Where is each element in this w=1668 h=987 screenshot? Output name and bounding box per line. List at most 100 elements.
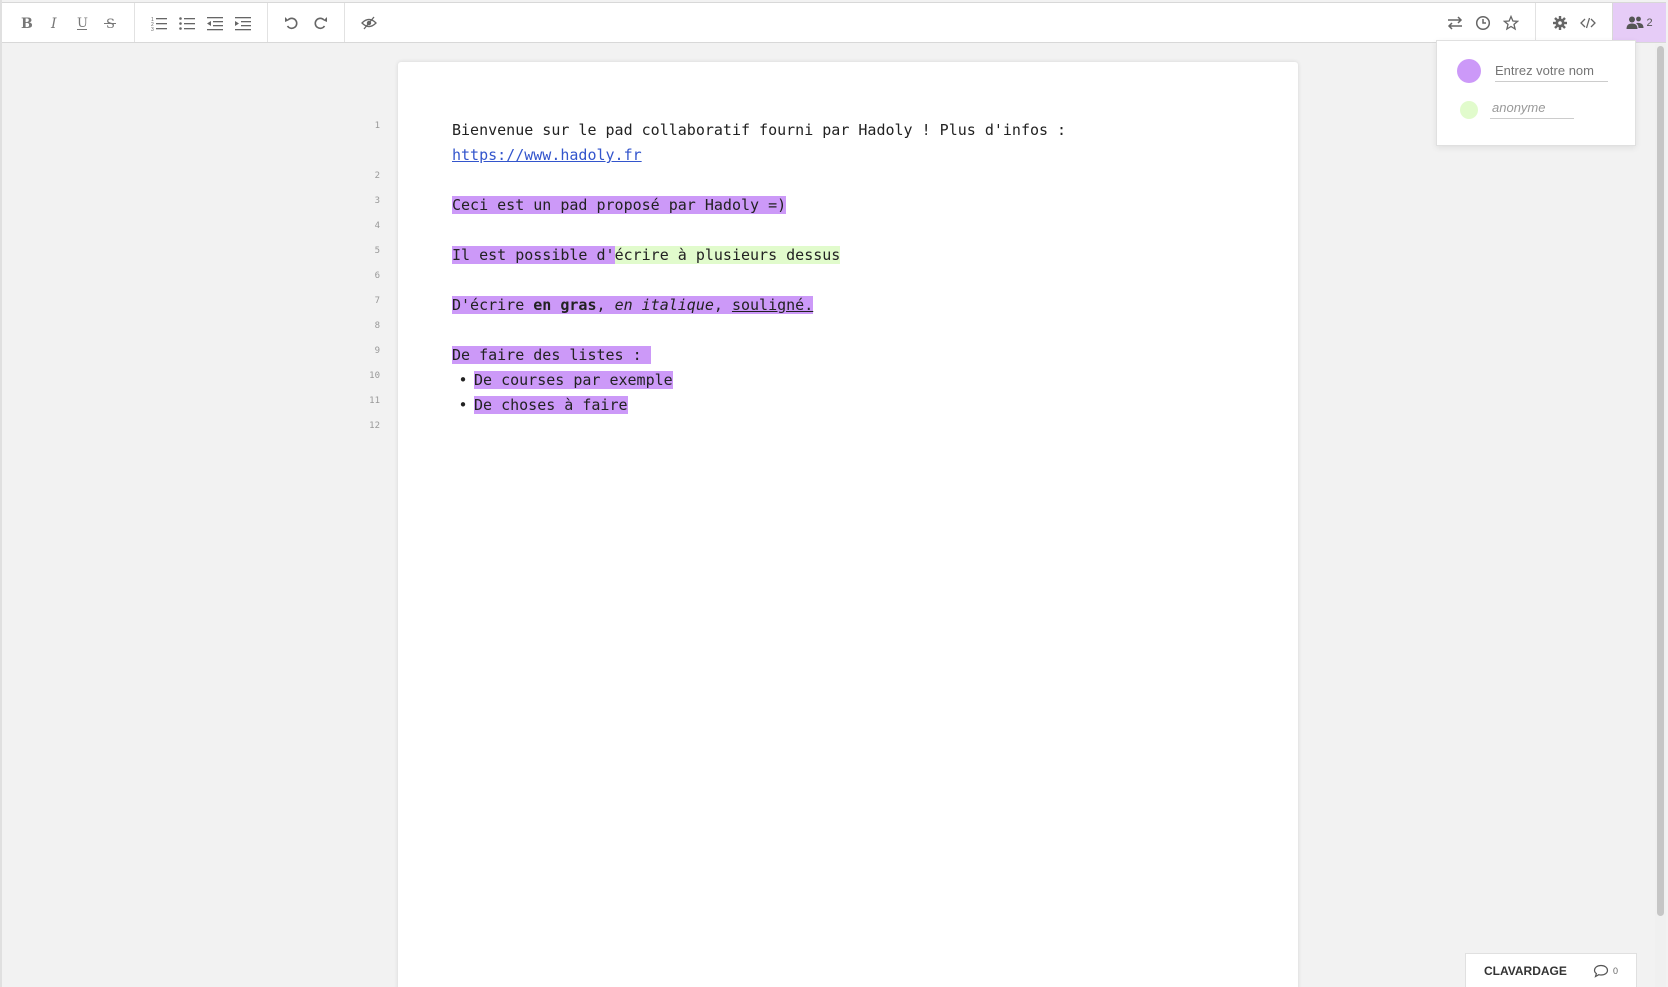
embed-button[interactable] [1574,9,1602,37]
line-number: 10 [369,371,380,381]
toolbar-right: 2 [1431,3,1666,42]
hadoly-link[interactable]: https://www.hadoly.fr [452,146,642,164]
chat-counter: 0 [1593,964,1618,978]
gear-icon [1553,15,1567,30]
scrollbar-thumb[interactable] [1657,46,1664,916]
window-left-border [0,0,2,987]
intro-text: Bienvenue sur le pad collaboratif fourni… [452,121,1067,139]
bold-icon: B [21,16,33,31]
list-item-text: De courses par exemple [474,371,673,389]
line-number: 6 [374,271,380,281]
pad-line-3: Ceci est un pad proposé par Hadoly =) [452,193,1272,218]
pad-line-7: D'écrire en gras, en italique, souligné. [452,293,1272,318]
line-number: 7 [374,296,380,306]
strikethrough-icon: S [104,17,116,31]
format-group: B I U S [2,3,135,42]
bold-text: en gras [533,296,597,314]
underline-button[interactable]: U [68,9,96,37]
svg-text:U: U [77,16,88,31]
my-user-row [1457,59,1608,83]
bullet-icon: • [458,371,468,389]
chat-bubble-icon [1593,964,1609,978]
list-item: • De choses à faire [452,393,1272,418]
bullet-icon: • [458,396,468,414]
list-item-text: De choses à faire [474,396,628,414]
separator: , [713,296,732,314]
svg-text:I: I [50,16,57,31]
pad-line-8 [452,318,1272,343]
line-number: 2 [374,171,380,181]
indent-button[interactable] [229,9,257,37]
line-number: 1 [374,121,380,131]
other-user-row: anonyme [1460,100,1574,119]
outdent-button[interactable] [201,9,229,37]
svg-text:3: 3 [151,27,154,31]
timeslider-button[interactable] [1469,9,1497,37]
underline-text: souligné. [731,296,814,314]
strikethrough-button[interactable]: S [96,9,124,37]
unordered-list-icon [179,16,195,30]
ordered-list-icon: 123 [151,17,167,31]
clear-authorship-button[interactable] [355,9,383,37]
svg-text:B: B [21,16,33,31]
line-number: 8 [374,321,380,331]
settings-button[interactable] [1546,9,1574,37]
redo-icon [314,16,327,29]
pad-text[interactable]: Bienvenue sur le pad collaboratif fourni… [452,118,1272,418]
pad-actions-group [1431,3,1535,42]
other-color-swatch [1460,100,1478,119]
pad-line-2 [452,168,1272,193]
pad-line-9: De faire des listes : [452,343,1272,368]
clock-icon [1475,15,1491,30]
list-item: • De courses par exemple [452,368,1272,393]
users-popup: anonyme [1436,40,1636,146]
other-user-name: anonyme [1490,100,1574,119]
chat-bar[interactable]: CLAVARDAGE 0 [1465,953,1637,987]
star-icon [1503,14,1519,30]
line-number: 12 [369,421,380,431]
code-icon [1580,17,1596,28]
import-export-icon [1447,15,1463,30]
line-number: 11 [369,396,380,406]
outdent-icon [207,16,223,30]
editor-toolbar: B I U S 123 2 [2,2,1666,43]
pad-line-6 [452,268,1272,293]
line-number: 9 [374,346,380,356]
unordered-list-button[interactable] [173,9,201,37]
pad-line-5: Il est possible d'écrire à plusieurs des… [452,243,1272,268]
line-number: 5 [374,246,380,256]
ordered-list-button[interactable]: 123 [145,9,173,37]
author-purple-text: Il est possible d' [452,246,615,264]
my-name-input[interactable] [1495,60,1608,82]
pad-line-1: Bienvenue sur le pad collaboratif fourni… [452,118,1272,143]
settings-group [1535,3,1612,42]
list-group: 123 [135,3,268,42]
visibility-group [345,3,393,42]
chat-label: CLAVARDAGE [1484,963,1567,978]
my-color-swatch[interactable] [1457,59,1481,83]
chat-count: 0 [1612,965,1618,976]
separator: , [596,296,615,314]
line-number: 4 [374,221,380,231]
author-green-text: écrire à plusieurs dessus [614,246,841,264]
pad-line-9-text: De faire des listes : [452,346,651,364]
italic-button[interactable]: I [40,9,68,37]
users-button[interactable]: 2 [1612,3,1666,42]
italic-icon: I [50,16,57,31]
indent-icon [235,16,251,30]
users-count: 2 [1646,16,1653,29]
eye-slash-icon [361,16,377,29]
pad-line-4 [452,218,1272,243]
underline-icon: U [77,16,88,31]
bold-button[interactable]: B [12,9,40,37]
italic-text: en italique [614,296,714,314]
scrollbar[interactable] [1655,44,1666,987]
line-number: 3 [374,196,380,206]
history-group [268,3,345,42]
pad-line-1-wrap: https://www.hadoly.fr [452,143,1272,168]
import-export-button[interactable] [1441,9,1469,37]
undo-icon [285,16,298,29]
undo-button[interactable] [278,9,306,37]
save-revision-button[interactable] [1497,9,1525,37]
redo-button[interactable] [306,9,334,37]
